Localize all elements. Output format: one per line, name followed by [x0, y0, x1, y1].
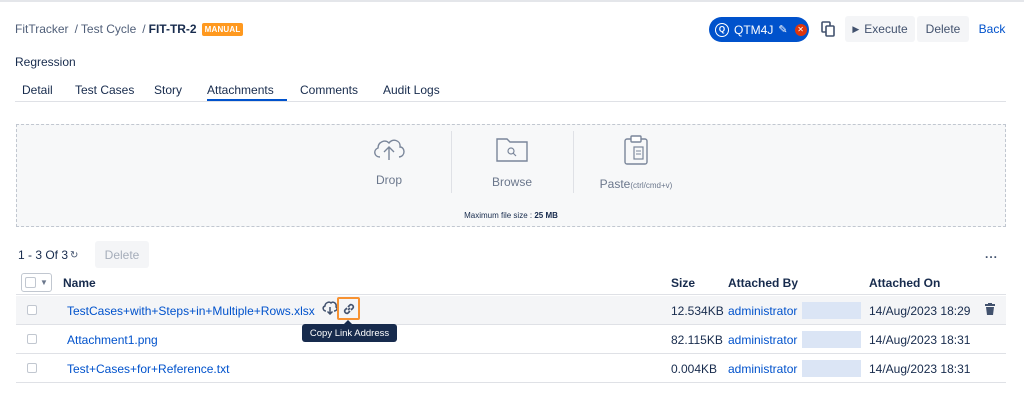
breadcrumb-test-cycle[interactable]: Test Cycle — [81, 22, 136, 36]
divider — [573, 131, 574, 193]
record-count-text: 1 - 3 Of 3 — [18, 248, 69, 262]
attached-on-date: 14/Aug/2023 18:31 — [869, 333, 971, 347]
record-count: 1 - 3 Of 3 ↻ — [18, 248, 78, 262]
delete-button[interactable]: Delete — [917, 16, 969, 42]
tab-story[interactable]: Story — [154, 83, 182, 97]
column-size[interactable]: Size — [671, 276, 695, 290]
table-header: ▼ Name Size Attached By Attached On — [16, 270, 1006, 295]
redacted-block — [802, 302, 861, 319]
attached-by-user[interactable]: administrator — [728, 304, 797, 318]
qtm-logo-icon: Q — [715, 22, 729, 37]
chevron-down-icon[interactable]: ▼ — [40, 278, 48, 287]
tab-bar: Detail Test Cases Story Attachments Comm… — [15, 78, 1006, 102]
execute-label: Execute — [864, 22, 908, 36]
copy-button[interactable] — [815, 16, 840, 42]
manual-badge: MANUAL — [201, 22, 244, 36]
file-name-link[interactable]: Test+Cases+for+Reference.txt — [67, 362, 229, 376]
folder-search-icon — [496, 138, 528, 162]
delete-selected-button[interactable]: Delete — [95, 241, 149, 268]
copy-link-tooltip: Copy Link Address — [302, 320, 397, 342]
tab-audit-logs[interactable]: Audit Logs — [383, 83, 440, 97]
cloud-upload-icon — [374, 139, 405, 160]
qtm4j-app-pill[interactable]: Q QTM4J ✎ ✕ — [709, 17, 809, 42]
select-all-checkbox[interactable]: ▼ — [21, 273, 52, 292]
column-attached-by[interactable]: Attached By — [728, 276, 798, 290]
max-file-size: Maximum file size : 25 MB — [17, 211, 1005, 220]
tab-attachments[interactable]: Attachments — [207, 83, 274, 97]
play-icon: ▶ — [852, 23, 860, 34]
more-options-icon[interactable]: ... — [985, 247, 998, 261]
file-name-link[interactable]: Attachment1.png — [67, 333, 158, 347]
redacted-block — [802, 360, 861, 377]
page-title: Regression — [15, 55, 76, 69]
breadcrumb-separator: / — [142, 22, 146, 36]
max-size-value: 25 MB — [534, 211, 558, 220]
redacted-block — [802, 331, 861, 348]
link-icon — [343, 303, 354, 314]
clipboard-icon — [624, 135, 648, 165]
row-checkbox[interactable] — [27, 363, 37, 373]
column-attached-on[interactable]: Attached On — [869, 276, 940, 290]
paste-option[interactable]: Paste(ctrl/cmd+v) — [576, 135, 696, 191]
max-size-label: Maximum file size : — [464, 211, 535, 220]
attached-by-user[interactable]: administrator — [728, 333, 797, 347]
file-size: 12.534KB — [671, 304, 724, 318]
refresh-icon[interactable]: ↻ — [70, 250, 78, 261]
row-checkbox[interactable] — [27, 305, 37, 315]
attached-on-date: 14/Aug/2023 18:29 — [869, 304, 971, 318]
cloud-download-icon[interactable] — [322, 301, 338, 315]
copy-icon — [820, 21, 835, 37]
paste-hint: (ctrl/cmd+v) — [630, 181, 673, 190]
paste-label: Paste — [599, 177, 631, 191]
pencil-icon[interactable]: ✎ — [778, 23, 787, 36]
file-size: 0.004KB — [671, 362, 718, 376]
active-tab-indicator — [207, 99, 287, 101]
table-row[interactable]: Attachment1.png 82.115KB administrator 1… — [16, 325, 1006, 354]
tab-comments[interactable]: Comments — [300, 83, 358, 97]
copy-link-button[interactable] — [337, 297, 360, 320]
app-pill-label: QTM4J — [734, 22, 774, 37]
tab-test-cases[interactable]: Test Cases — [75, 83, 134, 97]
drop-option[interactable]: Drop — [329, 135, 449, 187]
attached-on-date: 14/Aug/2023 18:31 — [869, 362, 971, 376]
row-checkbox[interactable] — [27, 334, 37, 344]
tab-detail[interactable]: Detail — [22, 83, 53, 97]
back-link[interactable]: Back — [975, 16, 1009, 42]
column-name[interactable]: Name — [63, 276, 96, 290]
checkbox[interactable] — [25, 277, 36, 288]
breadcrumb: FitTracker / Test Cycle / FIT-TR-2 MANUA… — [15, 22, 244, 36]
browse-label: Browse — [491, 175, 532, 189]
upload-dropzone[interactable]: Drop Browse Paste(ctrl/cmd+v) Maximum fi… — [16, 124, 1006, 227]
breadcrumb-current: FIT-TR-2 — [148, 22, 197, 36]
table-row[interactable]: TestCases+with+Steps+in+Multiple+Rows.xl… — [16, 296, 1006, 325]
file-size: 82.115KB — [671, 333, 723, 347]
drop-label: Drop — [375, 173, 402, 187]
trash-icon[interactable] — [985, 303, 995, 315]
top-divider — [0, 0, 1024, 2]
execute-button[interactable]: ▶ Execute — [845, 16, 915, 42]
breadcrumb-project[interactable]: FitTracker — [15, 22, 69, 36]
browse-option[interactable]: Browse — [452, 135, 572, 189]
attached-by-user[interactable]: administrator — [728, 362, 797, 376]
table-row[interactable]: Test+Cases+for+Reference.txt 0.004KB adm… — [16, 354, 1006, 383]
close-icon[interactable]: ✕ — [794, 23, 807, 36]
file-name-link[interactable]: TestCases+with+Steps+in+Multiple+Rows.xl… — [67, 304, 315, 318]
breadcrumb-separator: / — [74, 22, 78, 36]
